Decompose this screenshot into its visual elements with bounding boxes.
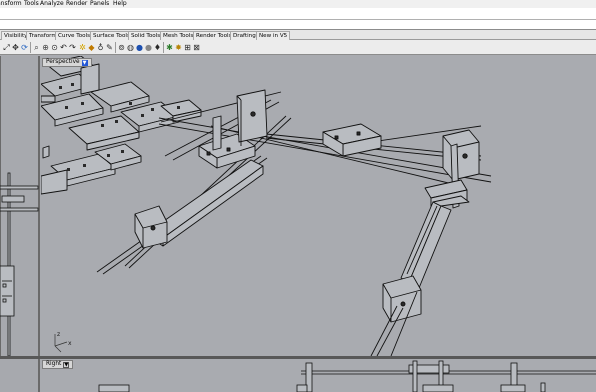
command-divider bbox=[0, 19, 596, 20]
viewport-title-right: Right bbox=[46, 361, 62, 367]
zoom-selected-icon[interactable]: ⊙ bbox=[50, 42, 59, 53]
undo-view-icon[interactable]: ↶ bbox=[59, 42, 68, 53]
plate-center bbox=[322, 123, 382, 157]
icon-toolbar: ⤢ ✥ ⟳ ⌕ ⊕ ⊙ ↶ ↷ ✲ ◆ ♁ ✎ ⊚ ◍ ● ● ♦ ✱ ✸ ⊞ … bbox=[0, 40, 596, 55]
zoom-dynamic-icon[interactable]: ⊕ bbox=[41, 42, 50, 53]
menu-item-panels[interactable]: Panels bbox=[90, 0, 109, 8]
menu-item-tools[interactable]: Tools bbox=[24, 0, 39, 8]
parts-cluster-left bbox=[41, 56, 202, 195]
viewport-label-right[interactable]: Right ▼ bbox=[42, 360, 74, 369]
menu-item-transform[interactable]: ansform bbox=[0, 0, 22, 8]
tab-curve-tools[interactable]: Curve Tools bbox=[55, 31, 94, 40]
osnap-icon[interactable]: ✸ bbox=[174, 42, 183, 53]
toolbar-separator bbox=[30, 42, 31, 53]
tools-icon[interactable]: ♦ bbox=[153, 42, 162, 53]
axis-label-z: z bbox=[57, 331, 60, 338]
layer-icon[interactable]: ◆ bbox=[87, 42, 96, 53]
tab-mesh-tools[interactable]: Mesh Tools bbox=[160, 31, 197, 40]
tab-drafting[interactable]: Drafting bbox=[230, 31, 259, 40]
options-icon[interactable]: ⊚ bbox=[117, 42, 126, 53]
zoom-window-icon[interactable]: ⌕ bbox=[32, 42, 41, 53]
zoom-extents-icon[interactable]: ⤢ bbox=[2, 42, 11, 53]
plate-left bbox=[134, 205, 168, 249]
channel-left bbox=[150, 159, 264, 247]
perspective-drawing: z x bbox=[41, 56, 492, 356]
perspective-viewport[interactable]: z x bbox=[41, 56, 596, 356]
tools-icon-2[interactable]: ⊞ bbox=[183, 42, 192, 53]
redo-view-icon[interactable]: ↷ bbox=[68, 42, 77, 53]
channel-right bbox=[400, 195, 470, 289]
menu-bar: ansform Tools Analyze Render Panels Help bbox=[0, 0, 596, 8]
right-viewport[interactable] bbox=[41, 359, 596, 392]
right-view-drawing bbox=[98, 360, 596, 392]
bottom-left-viewport[interactable] bbox=[0, 359, 40, 392]
grid-snap-icon[interactable]: ✱ bbox=[165, 42, 174, 53]
pan-icon[interactable]: ✥ bbox=[11, 42, 20, 53]
viewport-menu-arrow-icon[interactable]: ▼ bbox=[81, 59, 88, 66]
viewport-menu-arrow-icon[interactable]: ▼ bbox=[63, 361, 70, 368]
help-icon[interactable]: ⊠ bbox=[192, 42, 201, 53]
select-icon[interactable]: ✲ bbox=[78, 42, 87, 53]
tab-render-tools[interactable]: Render Tools bbox=[193, 31, 235, 40]
assembly-right bbox=[424, 129, 480, 209]
viewport-label-perspective[interactable]: Perspective ▼ bbox=[42, 58, 92, 67]
left-viewport-drawing bbox=[0, 56, 39, 356]
toolbar-separator bbox=[115, 42, 116, 53]
axis-label-x: x bbox=[68, 340, 72, 347]
render-sphere-icon[interactable]: ◍ bbox=[126, 42, 135, 53]
tab-surface-tools[interactable]: Surface Tools bbox=[90, 31, 133, 40]
viewport-title: Perspective bbox=[46, 59, 80, 65]
tab-solid-tools[interactable]: Solid Tools bbox=[128, 31, 164, 40]
color-sphere-icon[interactable]: ● bbox=[135, 42, 144, 53]
properties-icon[interactable]: ✎ bbox=[105, 42, 114, 53]
rotate-view-icon[interactable]: ⟳ bbox=[20, 42, 29, 53]
lightbulb-icon[interactable]: ♁ bbox=[96, 42, 105, 53]
carriage-center bbox=[198, 89, 268, 169]
left-viewport[interactable] bbox=[0, 56, 40, 356]
menu-item-help[interactable]: Help bbox=[113, 0, 127, 8]
render-settings-icon[interactable]: ● bbox=[144, 42, 153, 53]
toolbar-separator bbox=[163, 42, 164, 53]
toolbar-tab-bar: Visibility Transform Curve Tools Surface… bbox=[0, 30, 596, 40]
menu-item-render[interactable]: Render bbox=[66, 0, 87, 8]
command-area[interactable] bbox=[0, 8, 596, 30]
plate-lower-right bbox=[382, 275, 422, 323]
tab-new-in-v5[interactable]: New in V5 bbox=[256, 31, 291, 40]
menu-item-analyze[interactable]: Analyze bbox=[40, 0, 64, 8]
